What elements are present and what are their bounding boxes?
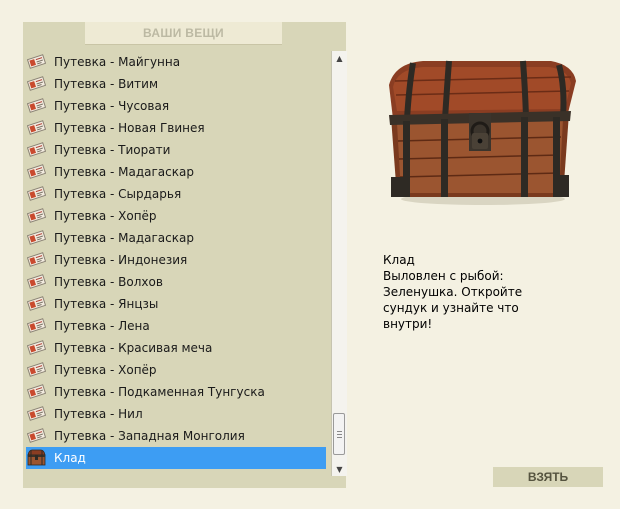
list-item-label: Клад xyxy=(54,451,86,465)
item-description-line: Выловлен с рыбой: xyxy=(383,269,504,283)
list-item-label: Путевка - Тиорати xyxy=(54,143,171,157)
ticket-icon xyxy=(26,163,47,180)
list-item-label: Путевка - Красивая меча xyxy=(54,341,213,355)
ticket-icon xyxy=(26,383,47,400)
list-item-label: Путевка - Чусовая xyxy=(54,99,170,113)
ticket-icon xyxy=(26,295,47,312)
list-item-label: Путевка - Витим xyxy=(54,77,159,91)
list-item[interactable]: Путевка - Мадагаскар xyxy=(26,227,326,249)
list-item-label: Путевка - Хопёр xyxy=(54,209,157,223)
list-item[interactable]: Путевка - Сырдарья xyxy=(26,183,326,205)
list-item-label: Путевка - Янцзы xyxy=(54,297,159,311)
panel-title: ВАШИ ВЕЩИ xyxy=(85,22,282,44)
ticket-icon xyxy=(26,53,47,70)
list-item[interactable]: Путевка - Подкаменная Тунгуска xyxy=(26,381,326,403)
ticket-icon xyxy=(26,339,47,356)
inventory-list: Путевка - Майгунна Путевка - Витим Путевка… xyxy=(26,51,326,472)
item-description-line: Зеленушка. Откройте xyxy=(383,285,523,299)
treasure-chest-image xyxy=(389,60,576,205)
list-item-label: Путевка - Волхов xyxy=(54,275,163,289)
ticket-icon xyxy=(26,405,47,422)
ticket-icon xyxy=(26,75,47,92)
list-item[interactable]: Путевка - Хопёр xyxy=(26,359,326,381)
ticket-icon xyxy=(26,251,47,268)
list-item[interactable]: Путевка - Мадагаскар xyxy=(26,161,326,183)
list-item-label: Путевка - Майгунна xyxy=(54,55,181,69)
list-item-label: Путевка - Сырдарья xyxy=(54,187,182,201)
list-item[interactable]: Путевка - Нил xyxy=(26,403,326,425)
scrollbar-thumb[interactable] xyxy=(333,413,345,455)
list-item-label: Путевка - Западная Монголия xyxy=(54,429,245,443)
ticket-icon xyxy=(26,97,47,114)
list-item[interactable]: Клад xyxy=(26,447,326,469)
ticket-icon xyxy=(26,273,47,290)
list-scrollbar[interactable]: ▲ ▼ xyxy=(331,51,347,476)
list-item[interactable]: Путевка - Волхов xyxy=(26,271,326,293)
list-item[interactable]: Путевка - Индонезия xyxy=(26,249,326,271)
inventory-panel: ВАШИ ВЕЩИ Путевка - Майгунна Путевка - Ви… xyxy=(23,22,347,488)
item-name: Клад xyxy=(383,253,415,267)
list-item-label: Путевка - Хопёр xyxy=(54,363,157,377)
list-item-label: Путевка - Подкаменная Тунгуска xyxy=(54,385,265,399)
item-description-line: сундук и узнайте что xyxy=(383,301,519,315)
list-item[interactable]: Путевка - Тиорати xyxy=(26,139,326,161)
ticket-icon xyxy=(26,119,47,136)
list-item[interactable]: Путевка - Хопёр xyxy=(26,205,326,227)
arrow-up-icon[interactable]: ▲ xyxy=(332,51,347,65)
list-item-label: Путевка - Лена xyxy=(54,319,150,333)
list-item[interactable]: Путевка - Красивая меча xyxy=(26,337,326,359)
chest-icon xyxy=(27,449,46,466)
list-item[interactable]: Путевка - Новая Гвинея xyxy=(26,117,326,139)
ticket-icon xyxy=(26,141,47,158)
item-description-line: внутри! xyxy=(383,317,433,331)
list-item[interactable]: Путевка - Майгунна xyxy=(26,51,326,73)
list-item-label: Путевка - Мадагаскар xyxy=(54,165,194,179)
list-item-label: Путевка - Индонезия xyxy=(54,253,188,267)
list-item[interactable]: Путевка - Янцзы xyxy=(26,293,326,315)
list-item[interactable]: Путевка - Западная Монголия xyxy=(26,425,326,447)
ticket-icon xyxy=(26,361,47,378)
list-item-label: Путевка - Новая Гвинея xyxy=(54,121,205,135)
ticket-icon xyxy=(26,317,47,334)
list-item-label: Путевка - Мадагаскар xyxy=(54,231,194,245)
list-item-label: Путевка - Нил xyxy=(54,407,143,421)
ticket-icon xyxy=(26,427,47,444)
ticket-icon xyxy=(26,207,47,224)
list-item[interactable]: Путевка - Чусовая xyxy=(26,95,326,117)
list-item[interactable]: Путевка - Витим xyxy=(26,73,326,95)
list-item[interactable]: Путевка - Лена xyxy=(26,315,326,337)
arrow-down-icon[interactable]: ▼ xyxy=(332,462,347,476)
ticket-icon xyxy=(26,185,47,202)
take-button[interactable]: ВЗЯТЬ xyxy=(493,467,603,487)
item-description: Клад Выловлен с рыбой: Зеленушка. Открой… xyxy=(383,252,553,332)
ticket-icon xyxy=(26,229,47,246)
